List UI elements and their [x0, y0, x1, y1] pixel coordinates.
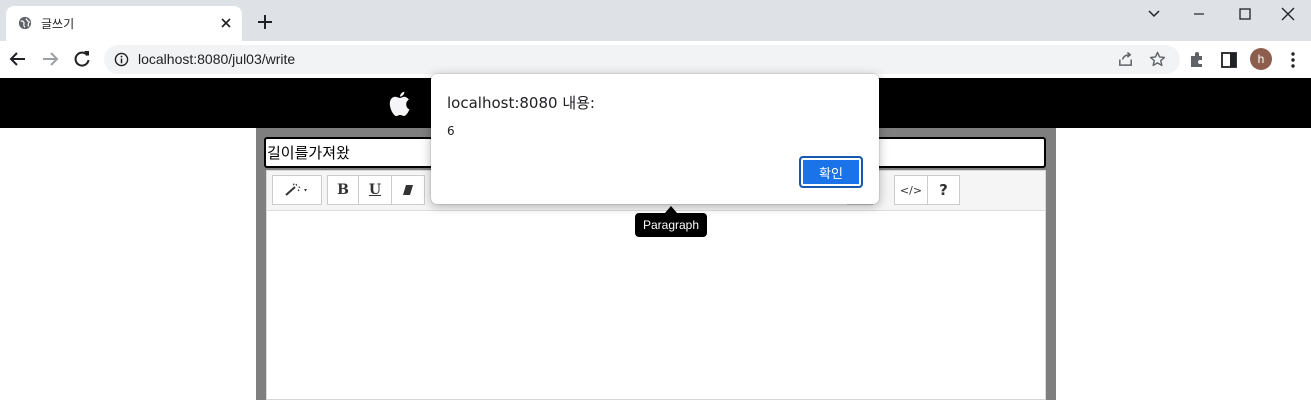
new-tab-icon[interactable] — [255, 12, 275, 32]
ok-button[interactable]: 확인 — [799, 156, 863, 188]
back-arrow-icon[interactable] — [8, 49, 28, 69]
globe-icon — [18, 16, 32, 30]
dialog-title: localhost:8080 내용: — [447, 94, 595, 112]
rich-text-editor: B U </> ? — [266, 170, 1046, 400]
maximize-button[interactable] — [1222, 0, 1268, 28]
browser-tab[interactable]: 글쓰기 — [6, 6, 242, 41]
share-icon[interactable] — [1117, 51, 1134, 68]
help-button[interactable]: ? — [927, 175, 960, 205]
underline-button[interactable]: U — [358, 175, 392, 205]
forward-arrow-icon[interactable] — [40, 49, 60, 69]
tooltip-arrow — [665, 206, 677, 213]
bookmark-star-icon[interactable] — [1149, 51, 1166, 68]
alert-dialog: localhost:8080 내용: 6 확인 — [431, 74, 879, 204]
magic-wand-icon — [285, 183, 307, 196]
extensions-puzzle-icon[interactable] — [1188, 51, 1206, 69]
side-panel-icon[interactable] — [1220, 51, 1238, 69]
reload-icon[interactable] — [72, 49, 92, 69]
editor-content-area[interactable] — [267, 212, 1045, 399]
url-text[interactable]: localhost:8080/jul03/write — [138, 51, 295, 67]
tab-search-button[interactable] — [1131, 0, 1177, 28]
profile-avatar[interactable]: h — [1250, 48, 1272, 70]
minimize-icon — [1194, 13, 1204, 15]
minimize-button[interactable] — [1176, 0, 1222, 28]
more-menu-icon[interactable] — [1286, 50, 1300, 70]
window-close-button[interactable] — [1265, 0, 1311, 28]
chevron-down-icon — [1148, 10, 1160, 18]
eraser-icon — [403, 185, 413, 195]
dialog-message: 6 — [447, 124, 455, 138]
tab-title: 글쓰기 — [41, 17, 75, 31]
address-bar[interactable]: localhost:8080/jul03/write — [104, 45, 1180, 74]
tab-strip: 글쓰기 — [0, 0, 1311, 41]
code-view-button[interactable]: </> — [894, 175, 928, 205]
close-icon — [1281, 7, 1295, 21]
clear-format-button[interactable] — [391, 175, 425, 205]
paragraph-tooltip: Paragraph — [635, 213, 707, 237]
browser-toolbar: localhost:8080/jul03/write h — [0, 41, 1311, 78]
close-tab-icon[interactable] — [218, 15, 234, 31]
bold-button[interactable]: B — [327, 175, 359, 205]
info-icon[interactable] — [114, 52, 129, 67]
maximize-icon — [1239, 8, 1251, 20]
style-dropdown-button[interactable] — [272, 175, 322, 205]
apple-logo-icon[interactable] — [389, 91, 411, 117]
